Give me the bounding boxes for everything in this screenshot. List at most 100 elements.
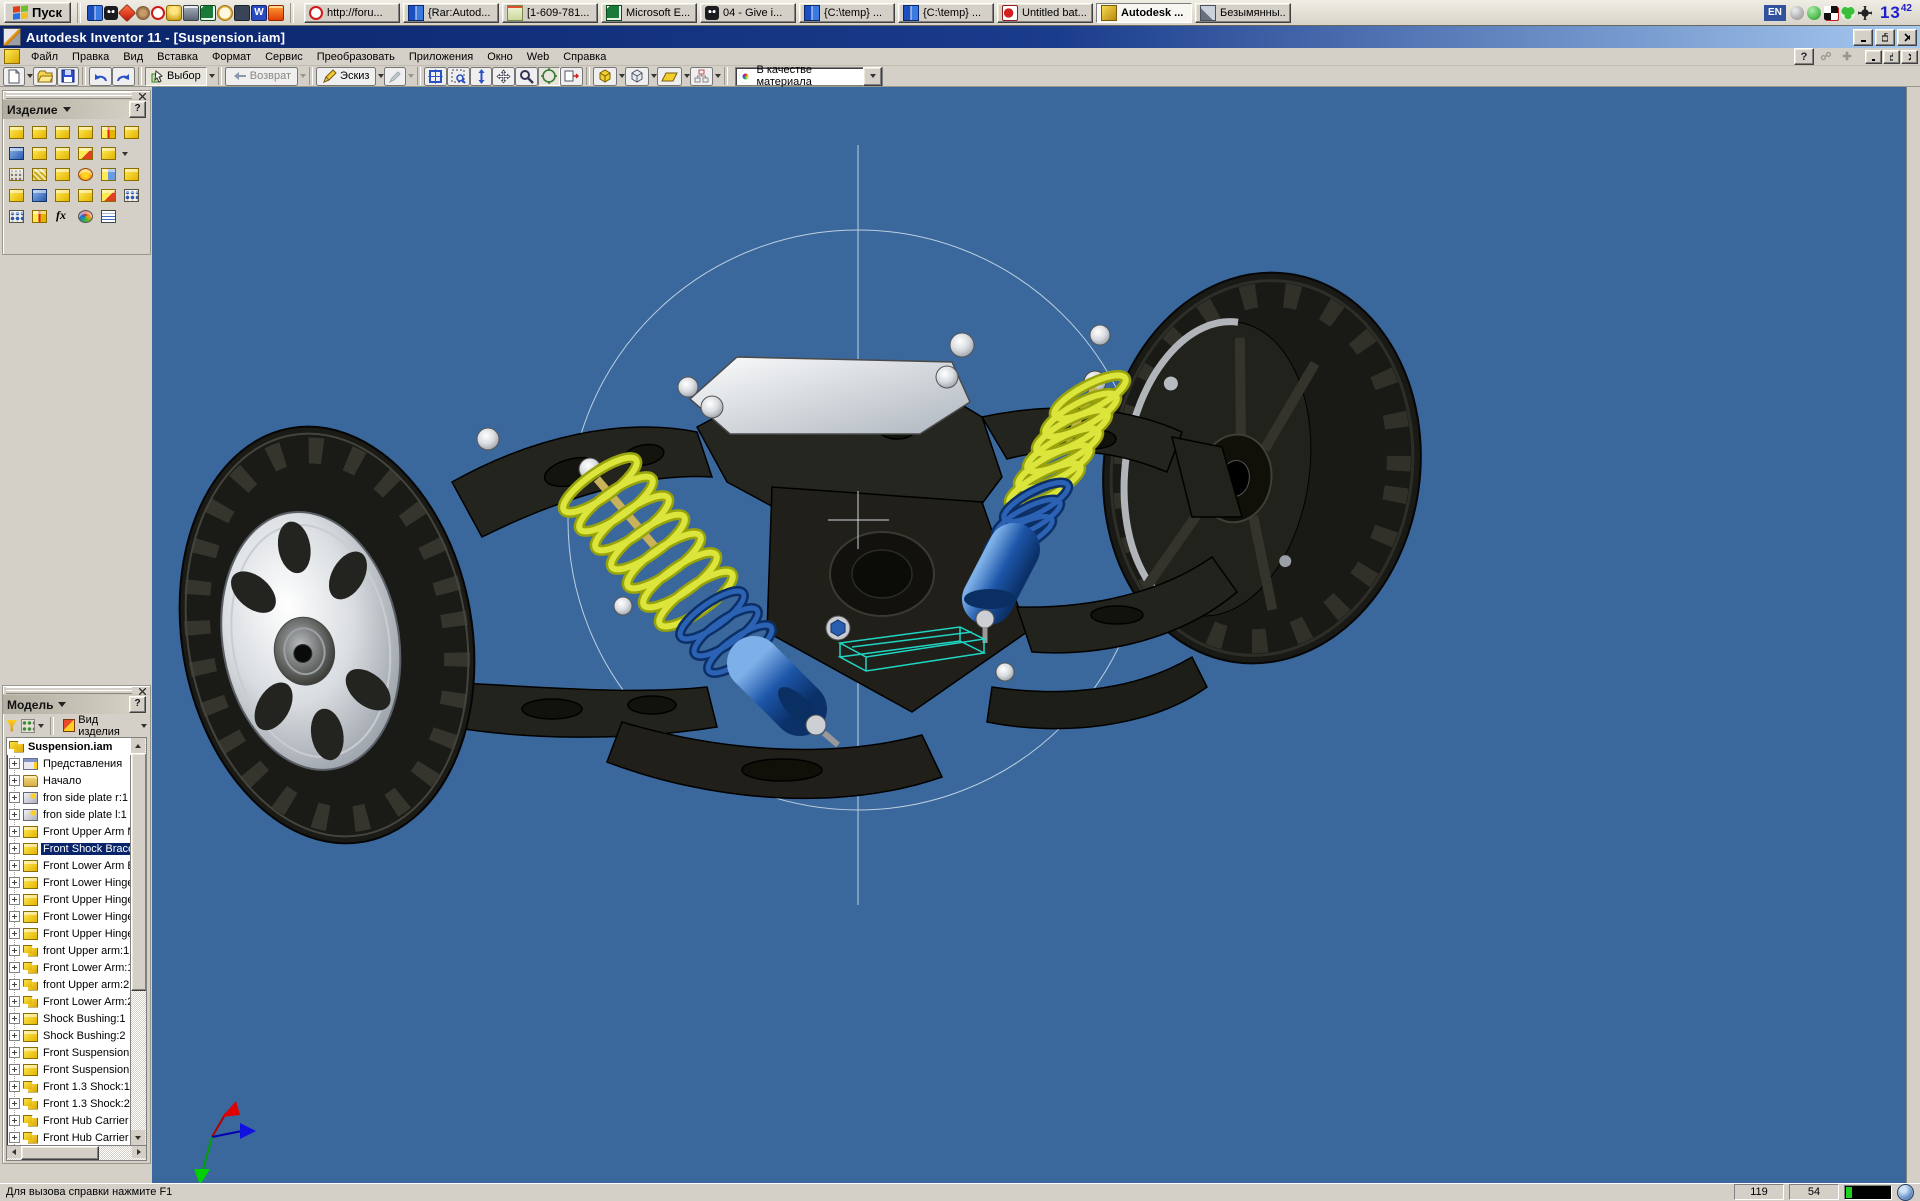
tree-item[interactable]: Front Upper Hinge Pin:1 — [7, 891, 131, 908]
taskbar-window-button[interactable]: Autodesk ... — [1096, 3, 1192, 23]
shaded-display-button[interactable] — [593, 67, 617, 86]
tree-expand-icon[interactable] — [9, 843, 20, 854]
quick-launch-icon[interactable] — [200, 5, 216, 21]
update-dropdown[interactable] — [408, 74, 414, 78]
taskbar-window-button[interactable]: Microsoft E... — [601, 3, 697, 23]
taskbar-window-button[interactable]: http://foru... — [304, 3, 400, 23]
minimize-button[interactable] — [1853, 29, 1873, 46]
tree-item[interactable]: Front Lower Arm:2 — [7, 993, 131, 1010]
material-combo-dropdown[interactable] — [863, 67, 882, 86]
return-button[interactable]: Возврат — [225, 67, 298, 86]
tree-expand-icon[interactable] — [9, 1132, 20, 1143]
tree-expand-icon[interactable] — [9, 1098, 20, 1109]
tree-expand-icon[interactable] — [9, 962, 20, 973]
tree-item[interactable]: Front Suspension Adjustm — [7, 1044, 131, 1061]
panel-drag-handle[interactable] — [3, 686, 150, 695]
quick-launch-icon[interactable] — [166, 5, 182, 21]
quick-launch-icon[interactable] — [136, 6, 150, 20]
undo-button[interactable] — [89, 67, 112, 86]
tray-icon[interactable] — [1807, 6, 1821, 20]
update-button[interactable] — [384, 67, 406, 86]
panel-menu-dropdown[interactable] — [58, 702, 66, 707]
assembly-tool-icon[interactable] — [6, 207, 27, 226]
return-dropdown[interactable] — [300, 74, 306, 78]
scroll-right-button[interactable] — [132, 1146, 146, 1158]
tree-item[interactable]: Shock Bushing:2 — [7, 1027, 131, 1044]
tool-dropdown[interactable] — [122, 152, 128, 156]
tree-item[interactable]: Front Shock Brace:1 — [7, 840, 131, 857]
menu-item[interactable]: Справка — [556, 49, 613, 65]
component-opacity-button[interactable] — [690, 67, 713, 86]
taskbar-window-button[interactable]: Untitled bat... — [997, 3, 1093, 23]
scroll-up-button[interactable] — [131, 738, 145, 753]
tree-expand-icon[interactable] — [9, 792, 20, 803]
assembly-tool-icon[interactable] — [29, 207, 50, 226]
tree-expand-icon[interactable] — [9, 758, 20, 769]
menu-item[interactable]: Web — [520, 49, 556, 65]
assembly-tool-icon[interactable] — [121, 165, 142, 184]
assembly-tool-icon[interactable] — [121, 123, 142, 142]
menu-item[interactable]: Правка — [65, 49, 116, 65]
help-icon[interactable]: ? — [1794, 48, 1814, 65]
taskbar-window-button[interactable]: Безымянны... — [1195, 3, 1291, 23]
menu-item[interactable]: Файл — [24, 49, 65, 65]
tree-item[interactable]: Представления — [7, 755, 131, 772]
tree-item[interactable]: Front Hub Carrier R:1 — [7, 1129, 131, 1145]
tree-item[interactable]: fron side plate r:1 — [7, 789, 131, 806]
scroll-thumb[interactable] — [21, 1146, 99, 1160]
pan-button[interactable] — [492, 67, 515, 86]
tree-expand-icon[interactable] — [9, 911, 20, 922]
tree-expand-icon[interactable] — [9, 928, 20, 939]
browser-mode-icon[interactable] — [21, 719, 35, 733]
quick-launch-icon[interactable] — [217, 5, 233, 21]
zoom-all-button[interactable] — [424, 67, 447, 86]
tree-expand-icon[interactable] — [9, 1115, 20, 1126]
tray-icon[interactable] — [1841, 6, 1855, 20]
tree-item[interactable]: Front Upper Arm Mount:1 — [7, 823, 131, 840]
panel-drag-handle[interactable] — [3, 91, 150, 100]
tree-item[interactable]: Shock Bushing:1 — [7, 1010, 131, 1027]
tree-item[interactable]: Начало — [7, 772, 131, 789]
tree-horizontal-scrollbar[interactable] — [6, 1145, 147, 1161]
assembly-tool-icon[interactable] — [98, 207, 119, 226]
tree-item[interactable]: Front Lower Hinge Pin:1 — [7, 874, 131, 891]
assembly-tool-icon[interactable] — [6, 165, 27, 184]
tree-expand-icon[interactable] — [9, 877, 20, 888]
tree-expand-icon[interactable] — [9, 979, 20, 990]
tree-expand-icon[interactable] — [9, 945, 20, 956]
mdi-close-button[interactable] — [1901, 50, 1918, 64]
ground-shadow-button[interactable] — [657, 67, 682, 86]
taskbar-window-button[interactable]: 04 - Give i... — [700, 3, 796, 23]
tree-root-item[interactable]: Suspension.iam — [7, 738, 131, 755]
assembly-tool-icon[interactable] — [52, 186, 73, 205]
panel-close-button[interactable] — [136, 686, 148, 697]
zoom-selected-button[interactable] — [515, 67, 538, 86]
quick-launch-icon[interactable] — [151, 6, 165, 20]
taskbar-clock[interactable]: 1342 — [1880, 3, 1912, 23]
assembly-tool-icon[interactable] — [75, 165, 96, 184]
assembly-tool-icon[interactable] — [75, 186, 96, 205]
redo-button[interactable] — [112, 67, 135, 86]
assembly-tool-icon[interactable] — [75, 144, 96, 163]
tree-expand-icon[interactable] — [9, 996, 20, 1007]
assembly-tool-icon[interactable] — [6, 123, 27, 142]
assembly-tool-icon[interactable] — [98, 165, 119, 184]
tree-vertical-scrollbar[interactable] — [130, 738, 146, 1145]
save-button[interactable] — [57, 67, 79, 86]
menu-item[interactable]: Формат — [205, 49, 258, 65]
assembly-tool-icon[interactable] — [52, 165, 73, 184]
select-tool-button[interactable]: Выбор — [145, 67, 207, 86]
scroll-left-button[interactable] — [7, 1146, 21, 1158]
tree-item[interactable]: fron side plate l:1 — [7, 806, 131, 823]
tree-item[interactable]: Front Hub Carrier L:1 — [7, 1112, 131, 1129]
assembly-tool-icon[interactable] — [75, 123, 96, 142]
tree-expand-icon[interactable] — [9, 1081, 20, 1092]
tree-expand-icon[interactable] — [9, 826, 20, 837]
close-button[interactable] — [1897, 29, 1917, 46]
tree-expand-icon[interactable] — [9, 860, 20, 871]
menu-item[interactable]: Приложения — [402, 49, 480, 65]
tree-item[interactable]: Front Lower Arm Brace:1 — [7, 857, 131, 874]
tree-expand-icon[interactable] — [9, 1064, 20, 1075]
taskbar-window-button[interactable]: {C:\temp} ... — [898, 3, 994, 23]
tree-expand-icon[interactable] — [9, 1030, 20, 1041]
